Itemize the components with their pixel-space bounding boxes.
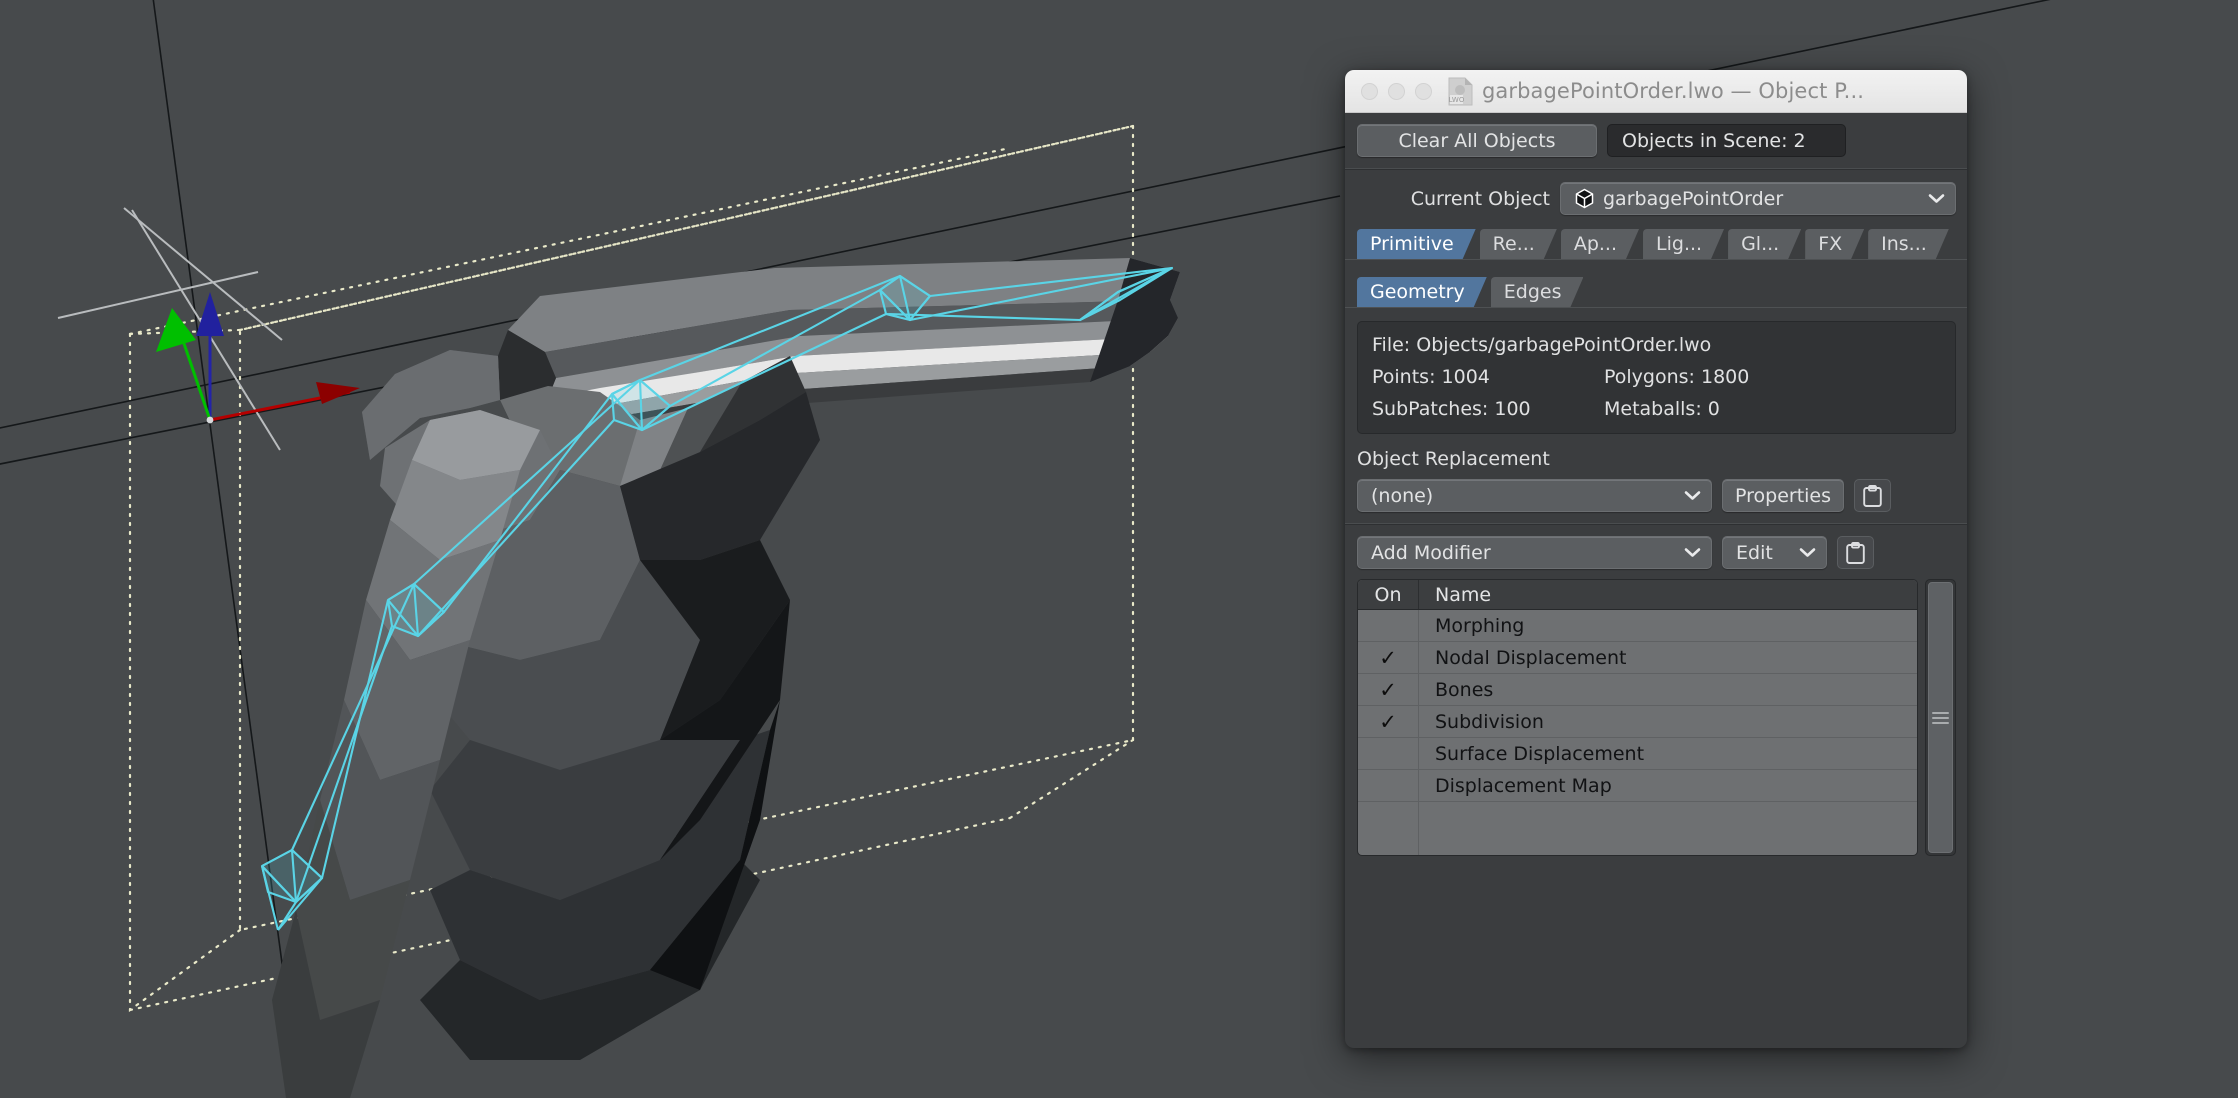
add-modifier-dropdown[interactable]: Add Modifier — [1357, 536, 1712, 569]
tab-lights[interactable]: Lig... — [1643, 229, 1724, 259]
properties-button[interactable]: Properties — [1722, 479, 1845, 512]
table-row[interactable]: Surface Displacement — [1358, 738, 1917, 770]
tab-global[interactable]: Gl... — [1728, 229, 1801, 259]
geometry-info-section: File: Objects/garbagePointOrder.lwo Poin… — [1345, 308, 1967, 440]
window-title: garbagePointOrder.lwo — Object P... — [1481, 79, 1865, 103]
tab-appearance[interactable]: Ap... — [1561, 229, 1639, 259]
clipboard-icon — [1863, 484, 1882, 507]
object-replacement-clipboard-button[interactable] — [1854, 479, 1892, 512]
modifier-clipboard-button[interactable] — [1837, 536, 1874, 569]
window-controls[interactable] — [1361, 82, 1432, 100]
current-object-value: garbagePointOrder — [1603, 187, 1784, 210]
zoom-button[interactable] — [1415, 82, 1432, 100]
column-header-on: On — [1358, 580, 1419, 609]
current-object-section: Current Object garbagePointOrder — [1345, 170, 1967, 225]
object-replacement-value: (none) — [1371, 484, 1434, 507]
table-row[interactable]: ✓ Nodal Displacement — [1358, 642, 1917, 674]
tab-primitive[interactable]: Primitive — [1357, 229, 1476, 259]
tab-render[interactable]: Re... — [1480, 229, 1557, 259]
geometry-polygons: Polygons: 1800 — [1604, 366, 1750, 388]
chevron-down-icon — [1684, 548, 1701, 557]
tab-instancing[interactable]: Ins... — [1868, 229, 1949, 259]
edit-label: Edit — [1736, 541, 1773, 564]
scrollbar-grip-icon — [1932, 709, 1949, 727]
tab-fx[interactable]: FX — [1805, 229, 1864, 259]
object-replacement-label: Object Replacement — [1357, 448, 1550, 470]
chevron-down-icon — [1928, 194, 1945, 203]
scrollbar-thumb[interactable] — [1928, 582, 1953, 853]
clipboard-icon — [1846, 541, 1865, 564]
modifier-list[interactable]: On Name Morphing ✓ Nodal Displacement ✓ … — [1357, 579, 1918, 856]
row-name: Surface Displacement — [1435, 742, 1645, 765]
edit-dropdown[interactable]: Edit — [1722, 536, 1827, 569]
secondary-tab-bar[interactable]: Geometry Edges — [1345, 273, 1967, 307]
window-titlebar[interactable]: LWO garbagePointOrder.lwo — Object P... — [1345, 70, 1967, 113]
row-checkbox[interactable]: ✓ — [1358, 674, 1419, 705]
tab-geometry[interactable]: Geometry — [1357, 277, 1487, 307]
row-name: Displacement Map — [1435, 774, 1612, 797]
object-toolbar: Clear All Objects Objects in Scene: 2 — [1345, 113, 1967, 168]
current-object-dropdown[interactable]: garbagePointOrder — [1560, 182, 1956, 215]
row-checkbox[interactable] — [1358, 738, 1419, 769]
object-replacement-dropdown[interactable]: (none) — [1357, 479, 1712, 512]
object-replacement-section: Object Replacement (none) Properties — [1345, 440, 1967, 523]
table-row[interactable]: Morphing — [1358, 610, 1917, 642]
minimize-button[interactable] — [1388, 82, 1405, 100]
primary-tab-bar[interactable]: Primitive Re... Ap... Lig... Gl... FX In… — [1345, 225, 1967, 259]
row-checkbox[interactable]: ✓ — [1358, 642, 1419, 673]
chevron-down-icon — [1684, 491, 1701, 500]
row-name: Subdivision — [1435, 710, 1544, 733]
clear-all-objects-button[interactable]: Clear All Objects — [1357, 124, 1597, 157]
current-object-label: Current Object — [1410, 187, 1550, 210]
close-button[interactable] — [1361, 82, 1378, 100]
table-row[interactable]: ✓ Bones — [1358, 674, 1917, 706]
geometry-metaballs: Metaballs: 0 — [1604, 398, 1720, 420]
geometry-info-box: File: Objects/garbagePointOrder.lwo Poin… — [1357, 321, 1956, 434]
modifier-list-section: On Name Morphing ✓ Nodal Displacement ✓ … — [1345, 579, 1967, 868]
geometry-points: Points: 1004 — [1372, 366, 1490, 388]
lwo-file-icon: LWO — [1448, 77, 1473, 105]
geometry-subpatches: SubPatches: 100 — [1372, 398, 1531, 420]
svg-text:LWO: LWO — [1449, 96, 1465, 104]
row-checkbox[interactable] — [1358, 610, 1419, 641]
empty-on-column — [1358, 802, 1419, 855]
table-row[interactable]: Displacement Map — [1358, 770, 1917, 802]
modifier-list-header: On Name — [1358, 580, 1917, 610]
row-name: Morphing — [1435, 614, 1525, 637]
modifier-list-scrollbar[interactable] — [1925, 579, 1956, 856]
cube-icon — [1575, 188, 1594, 209]
row-checkbox[interactable]: ✓ — [1358, 706, 1419, 737]
table-row[interactable]: ✓ Subdivision — [1358, 706, 1917, 738]
tab-edges[interactable]: Edges — [1491, 277, 1584, 307]
geometry-file: File: Objects/garbagePointOrder.lwo — [1372, 334, 1712, 356]
modifier-controls-section: Add Modifier Edit — [1345, 525, 1967, 579]
add-modifier-value: Add Modifier — [1371, 541, 1491, 564]
column-header-name: Name — [1435, 583, 1492, 606]
row-name: Nodal Displacement — [1435, 646, 1627, 669]
modifier-list-empty-area[interactable] — [1358, 802, 1917, 855]
object-properties-window[interactable]: LWO garbagePointOrder.lwo — Object P... … — [1345, 70, 1967, 1048]
objects-in-scene-field: Objects in Scene: 2 — [1607, 124, 1846, 157]
tabbar-rule — [1345, 259, 1967, 260]
row-checkbox[interactable] — [1358, 770, 1419, 801]
row-name: Bones — [1435, 678, 1494, 701]
chevron-down-icon — [1799, 548, 1816, 557]
